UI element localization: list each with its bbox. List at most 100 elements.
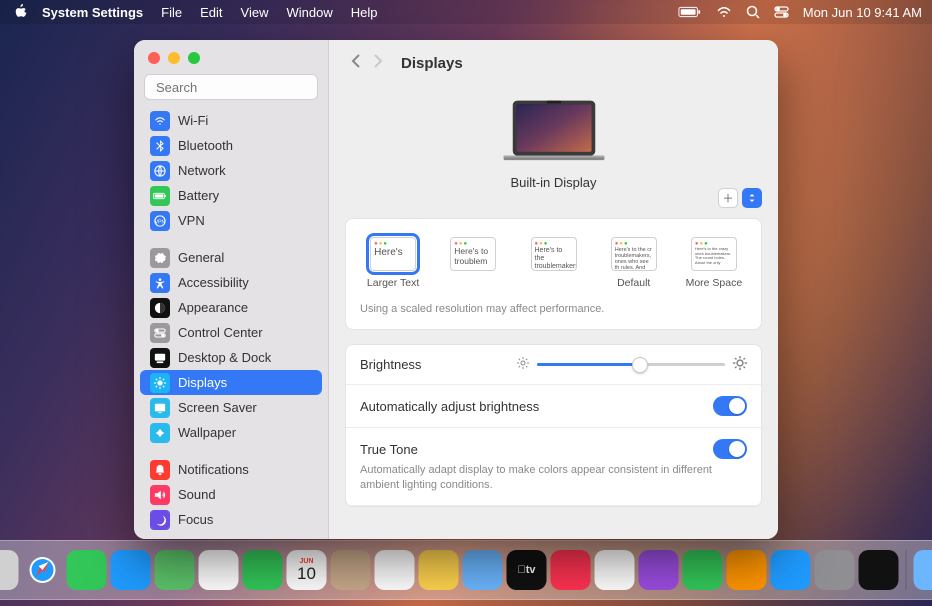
safari-icon[interactable] [23,550,63,590]
notes-icon[interactable] [419,550,459,590]
calendar-icon[interactable]: JUN10 [287,550,327,590]
sidebar-item-desktop-dock[interactable]: Desktop & Dock [140,345,322,370]
display-options-popup[interactable] [742,188,762,208]
pages-icon[interactable] [727,550,767,590]
brightness-track[interactable] [537,363,725,366]
sidebar-item-network[interactable]: Network [140,158,322,183]
messages-icon[interactable] [67,550,107,590]
sidebar-item-label: Control Center [178,325,263,340]
menu-help[interactable]: Help [351,5,378,20]
downloads-icon[interactable] [914,550,932,590]
zoom-button[interactable] [188,52,200,64]
resolution-label: Larger Text [367,277,419,289]
control-center-status-icon[interactable] [774,6,789,18]
sidebar-item-label: Wallpaper [178,425,236,440]
vpn-icon: VPN [150,211,170,231]
wifi-icon [150,111,170,131]
reminders-icon[interactable] [375,550,415,590]
truetone-toggle[interactable] [713,439,747,459]
settings-icon[interactable] [815,550,855,590]
add-display-button[interactable]: ＋ [718,188,738,208]
sidebar-item-sound[interactable]: Sound [140,482,322,507]
content-area: Displays Built-in Display [329,40,778,539]
photos-icon[interactable] [199,550,239,590]
sidebar-item-label: Bluetooth [178,138,233,153]
sidebar-item-focus[interactable]: Focus [140,507,322,532]
sidebar-item-accessibility[interactable]: Accessibility [140,270,322,295]
resolution-label: More Space [686,277,743,289]
back-button[interactable] [345,53,367,74]
sidebar-item-label: Sound [178,487,216,502]
focus-icon [150,510,170,530]
menu-file[interactable]: File [161,5,182,20]
wifi-status-icon[interactable] [716,6,732,18]
sidebar-item-label: General [178,250,224,265]
sidebar-item-control-center[interactable]: Control Center [140,320,322,345]
menu-bar: System Settings File Edit View Window He… [0,0,932,24]
close-button[interactable] [148,52,160,64]
clock[interactable]: Mon Jun 10 9:41 AM [803,5,922,20]
resolution-thumb: ●●●Here's to the troublemakers ones, who [531,237,577,271]
traffic-lights [134,40,328,72]
mail-icon[interactable] [111,550,151,590]
menu-edit[interactable]: Edit [200,5,222,20]
menu-view[interactable]: View [241,5,269,20]
appstore-icon[interactable] [771,550,811,590]
sidebar-item-label: VPN [178,213,205,228]
resolution-option-3[interactable]: ●●●Here's to the cr troublemakers, ones … [601,237,667,289]
scaling-hint: Using a scaled resolution may affect per… [346,293,761,329]
launchpad-icon[interactable] [0,550,19,590]
brightness-slider[interactable] [517,356,747,373]
sidebar-item-battery[interactable]: Battery [140,183,322,208]
sidebar-item-wallpaper[interactable]: Wallpaper [140,420,322,445]
sidebar-item-label: Screen Saver [178,400,257,415]
music-icon[interactable] [551,550,591,590]
search-field[interactable] [144,74,318,100]
sidebar-item-general[interactable]: General [140,245,322,270]
content-header: Displays [329,40,778,86]
contacts-icon[interactable] [331,550,371,590]
forward-button[interactable] [367,53,389,74]
svg-text:VPN: VPN [155,219,166,225]
resolution-option-4[interactable]: ●●●Here's to the crazy ones troublemaker… [681,237,747,289]
sidebar-item-notifications[interactable]: Notifications [140,457,322,482]
resolution-option-0[interactable]: ●●●Here'sLarger Text [360,237,426,289]
sidebar-item-bluetooth[interactable]: Bluetooth [140,133,322,158]
truetone-description: Automatically adapt display to make colo… [346,461,761,506]
dock: JUN10 tv [0,540,932,600]
podcasts-icon[interactable] [639,550,679,590]
maps-icon[interactable] [155,550,195,590]
brightness-knob[interactable] [632,357,648,373]
sidebar-item-appearance[interactable]: Appearance [140,295,322,320]
sidebar-item-screen-saver[interactable]: Screen Saver [140,395,322,420]
app-menu[interactable]: System Settings [42,5,143,20]
sidebar-item-displays[interactable]: Displays [140,370,322,395]
sidebar-item-vpn[interactable]: VPN VPN [140,208,322,233]
display-preview[interactable]: Built-in Display [345,86,762,204]
iphone-mirror-icon[interactable] [859,550,899,590]
facetime-icon[interactable] [243,550,283,590]
freeform-icon[interactable] [463,550,503,590]
menu-window[interactable]: Window [286,5,332,20]
resolution-label: Default [617,277,650,289]
displays-icon [150,373,170,393]
sidebar-item-label: Displays [178,375,227,390]
macbook-icon [499,96,609,169]
resolution-option-2[interactable]: ●●●Here's to the troublemakers ones, who [520,237,586,289]
battery-status-icon[interactable] [678,6,702,18]
apple-menu-icon[interactable] [14,4,28,21]
system-settings-window: Wi-Fi Bluetooth Network Battery VPN VPN Genera… [134,40,778,539]
tv-icon[interactable]: tv [507,550,547,590]
news-icon[interactable] [595,550,635,590]
minimize-button[interactable] [168,52,180,64]
spotlight-icon[interactable] [746,5,760,19]
auto-brightness-toggle[interactable] [713,396,747,416]
numbers-icon[interactable] [683,550,723,590]
search-input[interactable] [156,80,332,95]
sidebar-item-label: Battery [178,188,219,203]
truetone-label: True Tone [360,442,713,457]
control-center-icon [150,323,170,343]
brightness-panel: Brightness A [345,344,762,507]
resolution-option-1[interactable]: ●●●Here's to troublem [440,237,506,289]
sidebar-item-wi-fi[interactable]: Wi-Fi [140,108,322,133]
